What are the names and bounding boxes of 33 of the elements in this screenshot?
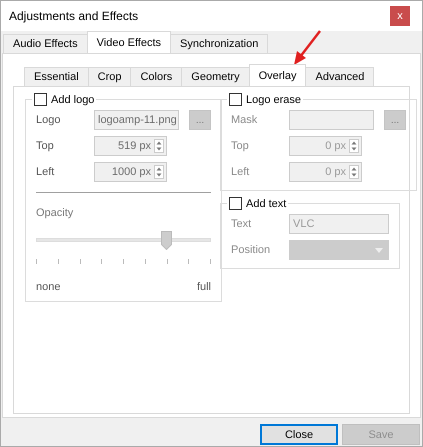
tab[interactable]: Video Effects [86,31,172,53]
dialog-button[interactable]: Close [260,424,338,445]
dropdown-caret-icon [375,248,383,252]
tab[interactable]: Synchronization [170,34,268,53]
tab[interactable]: Advanced [305,67,374,86]
checkbox-label[interactable]: Add logo [51,94,94,106]
field-label: Top [36,140,55,152]
opacity-slider[interactable] [36,231,211,249]
window-title: Adjustments and Effects [9,9,138,23]
field-label: Mask [231,114,258,126]
spinner-arrows-icon[interactable] [154,165,164,179]
checkbox[interactable] [34,93,47,106]
field-label: Text [231,218,252,230]
slider-thumb[interactable] [160,231,172,250]
file-field[interactable]: logoamp-11.png [94,110,179,130]
field-label: Top [231,140,250,152]
tab[interactable]: Crop [88,67,132,86]
slider-max-label: full [196,281,211,293]
spin-field[interactable]: 1000 px [94,162,167,182]
tab[interactable]: Geometry [181,67,250,86]
field-label: Left [231,166,250,178]
field-label: Position [231,244,272,256]
opacity-label: Opacity [36,207,74,219]
spinner-arrows-icon[interactable] [154,139,164,153]
window-close-button[interactable]: x [390,6,410,26]
spin-field[interactable]: 519 px [94,136,167,156]
slider-min-label: none [36,281,60,293]
tab[interactable]: Colors [130,67,182,86]
field-label: Left [36,166,56,178]
annotation-arrow [294,30,321,65]
tab[interactable]: Essential [24,67,89,86]
tab[interactable]: Audio Effects [3,34,88,53]
field-label: Logo [36,114,62,126]
